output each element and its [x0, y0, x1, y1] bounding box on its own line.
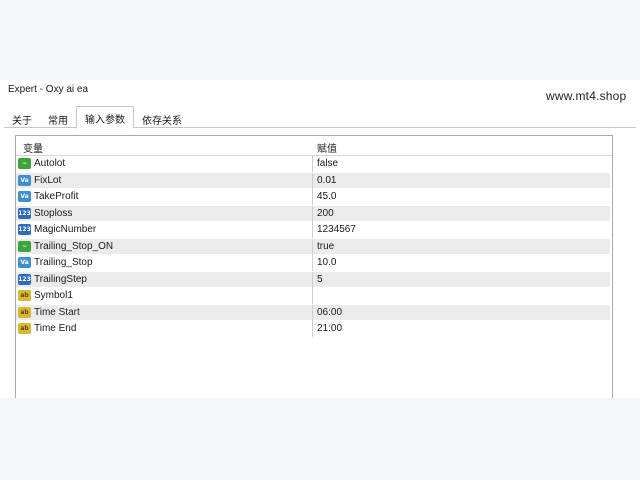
param-name: Autolot [34, 158, 66, 169]
param-name-cell: 123 MagicNumber [16, 222, 313, 238]
dialog-title: Expert - Oxy ai ea [8, 84, 89, 95]
param-row[interactable]: Va FixLot 0.01 [16, 172, 610, 189]
param-row[interactable]: Va TakeProfit 45.0 [16, 189, 610, 206]
tab-strip: 关于 常用 输入参数 依存关系 [4, 106, 190, 129]
param-name: Trailing_Stop [34, 257, 93, 268]
param-name-cell: ~ Autolot [16, 156, 313, 172]
param-name-cell: Va TakeProfit [16, 189, 313, 205]
bool-param-icon: ~ [18, 158, 31, 169]
param-value[interactable]: 06:00 [317, 307, 342, 318]
double-param-icon: Va [18, 257, 31, 268]
tab-about[interactable]: 关于 [4, 109, 40, 127]
param-name: Time End [34, 323, 77, 334]
int-param-icon: 123 [18, 273, 31, 285]
string-param-icon: ab [18, 306, 31, 318]
param-value[interactable]: 200 [317, 208, 334, 219]
param-name-cell: Va FixLot [16, 172, 313, 189]
string-param-icon: ab [18, 290, 31, 301]
param-row[interactable]: 123 Stoploss 200 [16, 205, 610, 222]
watermark-text: www.mt4.shop [546, 89, 627, 103]
param-rows: ~ Autolot false Va FixLot 0.01 Va TakeProfit 45.… [16, 156, 612, 338]
screenshot-canvas: Expert - Oxy ai ea www.mt4.shop 关于 常用 输入… [0, 0, 640, 480]
param-value[interactable]: 45.0 [317, 191, 336, 202]
param-value[interactable]: 5 [317, 274, 323, 285]
expert-properties-dialog: Expert - Oxy ai ea www.mt4.shop 关于 常用 输入… [0, 80, 640, 400]
param-name-cell: 123 TrailingStep [16, 271, 313, 288]
param-name-cell: ab Symbol1 [16, 288, 313, 304]
param-name: TakeProfit [34, 191, 79, 202]
param-name: FixLot [34, 174, 62, 186]
param-row[interactable]: ab Time Start 06:00 [16, 304, 610, 321]
string-param-icon: ab [18, 323, 31, 334]
param-value[interactable]: 1234567 [317, 224, 356, 235]
int-param-icon: 123 [18, 207, 31, 219]
param-value[interactable]: 0.01 [317, 175, 336, 186]
inputs-grid: 变量 赋值 ~ Autolot false Va FixLot 0.01 Va TakePro… [15, 135, 613, 400]
tab-dependencies[interactable]: 依存关系 [134, 109, 190, 127]
param-row[interactable]: ab Time End 21:00 [16, 321, 610, 338]
double-param-icon: Va [18, 174, 31, 186]
param-value[interactable]: 10.0 [317, 257, 336, 268]
param-name: Trailing_Stop_ON [34, 240, 114, 252]
param-value[interactable]: false [317, 158, 338, 169]
param-name-cell: ab Time End [16, 321, 313, 337]
param-row[interactable]: 123 MagicNumber 1234567 [16, 222, 610, 239]
param-name-cell: Va Trailing_Stop [16, 255, 313, 271]
int-param-icon: 123 [18, 224, 31, 235]
tab-inputs[interactable]: 输入参数 [76, 106, 134, 129]
grid-header: 变量 赋值 [16, 136, 612, 156]
background-top [0, 0, 640, 80]
param-name-cell: ~ Trailing_Stop_ON [16, 238, 313, 255]
double-param-icon: Va [18, 191, 31, 202]
param-row[interactable]: ~ Autolot false [16, 156, 610, 173]
column-header-value[interactable]: 赋值 [317, 140, 337, 155]
param-row[interactable]: ~ Trailing_Stop_ON true [16, 238, 610, 255]
column-header-variable[interactable]: 变量 [23, 140, 43, 155]
tab-common[interactable]: 常用 [40, 109, 76, 127]
background-bottom [0, 398, 640, 480]
param-value[interactable]: true [317, 241, 334, 252]
param-name: Time Start [34, 306, 80, 318]
param-row[interactable]: Va Trailing_Stop 10.0 [16, 255, 610, 272]
param-name-cell: 123 Stoploss [16, 205, 313, 222]
param-name: Symbol1 [34, 290, 73, 301]
param-row[interactable]: ab Symbol1 [16, 288, 610, 305]
bool-param-icon: ~ [18, 240, 31, 252]
param-value[interactable]: 21:00 [317, 323, 342, 334]
param-name: Stoploss [34, 207, 73, 219]
param-name: MagicNumber [34, 224, 97, 235]
param-name-cell: ab Time Start [16, 304, 313, 321]
param-name: TrailingStep [34, 273, 87, 285]
param-row[interactable]: 123 TrailingStep 5 [16, 271, 610, 288]
